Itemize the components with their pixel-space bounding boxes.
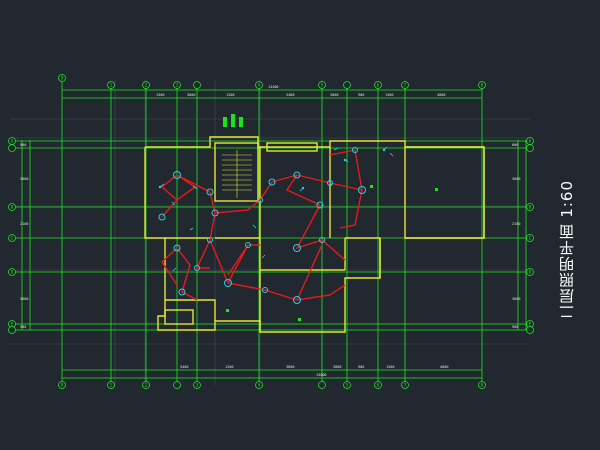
dim-top-8: 4000 [437,93,445,97]
reference-grid [10,80,530,385]
dim-right-2: 3000 [512,177,520,181]
dim-right-4: 3600 [512,297,520,301]
dim-top-5: 3000 [330,93,338,97]
dim-right-5: 900 [512,325,518,329]
dim-bottom-2: 1200 [225,365,233,369]
dim-bottom-5: 900 [358,365,364,369]
dimension-texts: 1500 3000 1200 5400 3000 900 1500 4000 1… [20,85,520,377]
wiring-circuits [160,149,363,301]
dim-right-3: 2100 [512,222,520,226]
dim-left-3: 2100 [20,222,28,226]
dim-bottom-4: 3000 [333,365,341,369]
dim-top-4: 5400 [286,93,294,97]
dim-left-5: 900 [20,325,26,329]
dim-right-1: 600 [512,143,518,147]
drawing-title: 二层照明平面 1:60 [558,180,576,320]
dim-top-1: 1500 [156,93,164,97]
axis-label-texts: 1 2 3 4 5 6 7 8 9 1 2 3 4 5 6 7 8 9 A B … [11,76,532,388]
dim-left-2: 3000 [20,177,28,181]
floor-plan-drawing: 1500 3000 1200 5400 3000 900 1500 4000 1… [8,74,534,389]
axis-lines [14,82,530,385]
light-fixtures [158,147,366,304]
dim-top-6: 900 [358,93,364,97]
stair-treads [222,150,252,198]
walls [144,136,485,333]
dim-left-1: 900 [20,143,26,147]
dim-bottom-7: 4000 [440,365,448,369]
dim-top-7: 1500 [385,93,393,97]
dim-left-4: 3600 [20,297,28,301]
dim-bottom-3: 3600 [286,365,294,369]
dim-top-3: 1200 [226,93,234,97]
dim-top-2: 3000 [187,93,195,97]
dim-bottom-overall: 15000 [316,373,327,377]
dim-bottom-1: 5400 [180,365,188,369]
dim-bottom-6: 1500 [386,365,394,369]
dim-top-overall: 14400 [268,85,279,89]
axis-bubbles [8,74,534,389]
